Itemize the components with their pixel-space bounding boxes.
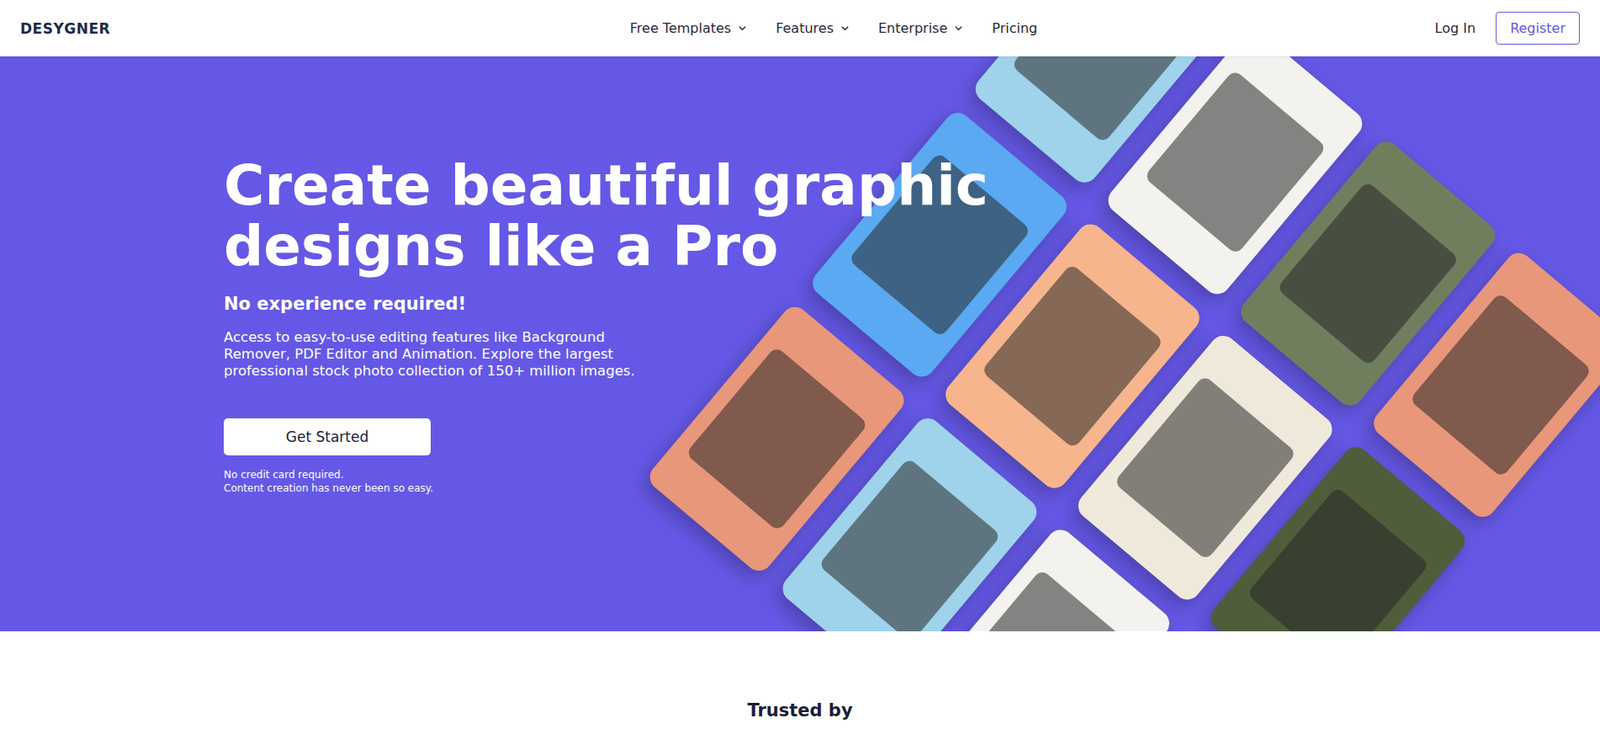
nav-label: Pricing (991, 20, 1038, 37)
template-photo (1276, 180, 1460, 367)
nav-item[interactable]: Pricing (991, 20, 1038, 37)
title-line: designs like a Pro (223, 216, 914, 277)
trusted-by-heading: Trusted by (0, 630, 1600, 721)
top-nav: DESYGNER Free Templates Features Enterprise… (0, 0, 1600, 57)
template-photo (1246, 486, 1431, 631)
nav-actions: Log In Register (1226, 11, 1580, 45)
chevron-down-icon (840, 23, 850, 33)
hero-description: Access to easy-to-use editing features l… (223, 328, 662, 380)
chevron-down-icon (737, 23, 748, 33)
nav-item[interactable]: Free Templates (630, 20, 748, 37)
get-started-button[interactable]: Get Started (223, 418, 431, 456)
login-link[interactable]: Log In (1435, 20, 1477, 37)
hero-notes: No credit card required.Content creation… (223, 467, 914, 495)
nav-label: Enterprise (878, 20, 948, 37)
register-button[interactable]: Register (1495, 11, 1580, 45)
hero-note: No credit card required. (223, 467, 914, 482)
nav-menu: Free Templates Features Enterprise Pricing (373, 20, 1227, 37)
template-photo (685, 345, 869, 532)
template-collage (644, 56, 1600, 631)
hero-note: Content creation has never been so easy. (223, 481, 914, 495)
nav-item[interactable]: Enterprise (878, 20, 964, 37)
template-photo (817, 456, 1002, 631)
template-photo (1113, 374, 1298, 561)
template-photo (1143, 68, 1327, 255)
template-photo (1409, 291, 1593, 478)
hero-subtitle: No experience required! (223, 293, 914, 314)
nav-label: Free Templates (630, 20, 732, 37)
hero: Create beautiful graphicdesigns like a P… (0, 56, 1600, 631)
hero-title: Create beautiful graphicdesigns like a P… (223, 155, 914, 277)
template-photo (980, 263, 1165, 450)
hero-content: Create beautiful graphicdesigns like a P… (0, 56, 914, 495)
logo[interactable]: DESYGNER (20, 20, 374, 38)
nav-label: Features (775, 20, 834, 37)
chevron-down-icon (953, 23, 964, 33)
title-line: Create beautiful graphic (223, 155, 914, 217)
nav-item[interactable]: Features (775, 20, 850, 37)
